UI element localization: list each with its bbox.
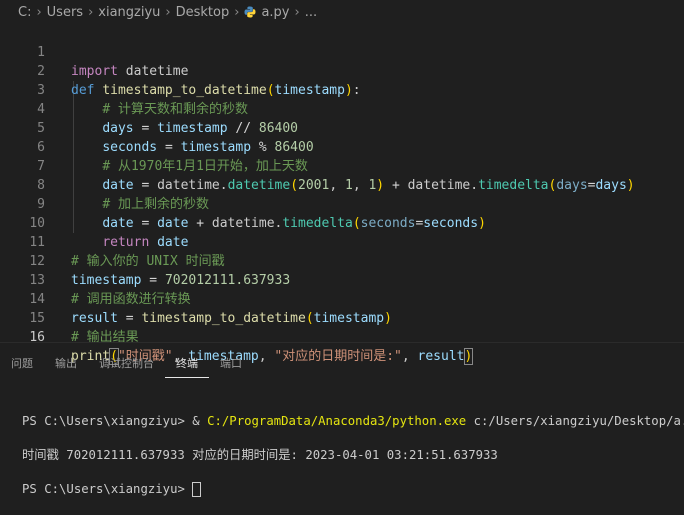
terminal-line: PS C:\Users\xiangziyu> & C:/ProgramData/… — [22, 413, 684, 430]
terminal-argument: c:/Users/xiangziyu/Desktop/a.py — [466, 414, 684, 428]
chevron-right-icon: › — [36, 4, 42, 20]
python-file-icon — [244, 6, 256, 18]
terminal-line: 时间戳 702012111.637933 对应的日期时间是: 2023-04-0… — [22, 448, 498, 462]
breadcrumb-users[interactable]: Users — [47, 5, 83, 20]
code-line[interactable]: 7 date = datetime.datetime(2001, 1, 1) +… — [0, 138, 684, 193]
code-line[interactable]: 2 def timestamp_to_datetime(timestamp): — [0, 43, 684, 98]
breadcrumb: C: › Users › xiangziyu › Desktop › a.py … — [0, 0, 684, 24]
breadcrumb-drive[interactable]: C: — [18, 5, 31, 20]
tab-ports[interactable]: 端口 — [209, 352, 253, 378]
code-line[interactable]: 12 timestamp = 702012111.637933 — [0, 233, 684, 288]
panel-tabs: 问题 输出 调试控制台 终端 端口 — [0, 352, 253, 378]
code-line[interactable]: 14 result = timestamp_to_datetime(timest… — [0, 271, 684, 326]
breadcrumb-desktop[interactable]: Desktop — [176, 5, 230, 20]
breadcrumb-file-label: a.py — [261, 4, 290, 20]
tab-terminal[interactable]: 终端 — [165, 352, 209, 378]
chevron-right-icon: › — [165, 4, 171, 20]
terminal-prompt: PS C:\Users\xiangziyu> & — [22, 414, 208, 428]
code-line[interactable]: 10 return date — [0, 195, 684, 250]
breadcrumb-more[interactable]: ... — [305, 5, 317, 20]
code-line[interactable]: 3 # 计算天数和剩余的秒数 — [0, 62, 684, 117]
code-line[interactable]: 5 seconds = timestamp % 86400 — [0, 100, 684, 155]
token-variable: result — [417, 349, 465, 364]
code-line[interactable]: 1 import datetime — [0, 24, 684, 79]
code-editor[interactable]: 1 import datetime 2 def timestamp_to_dat… — [0, 24, 684, 365]
line-number: 16 — [29, 330, 45, 345]
tab-debug-console[interactable]: 调试控制台 — [88, 352, 165, 378]
terminal-output[interactable]: PS C:\Users\xiangziyu> & C:/ProgramData/… — [22, 396, 684, 515]
breadcrumb-file[interactable]: a.py — [244, 4, 290, 20]
token-string: "对应的日期时间是:" — [274, 349, 402, 364]
breadcrumb-user[interactable]: xiangziyu — [98, 5, 160, 20]
code-line[interactable]: 8 # 加上剩余的秒数 — [0, 157, 684, 212]
terminal-line: PS C:\Users\xiangziyu> — [22, 481, 684, 498]
terminal-cursor[interactable] — [192, 482, 202, 497]
code-line[interactable]: 11 # 输入你的 UNIX 时间戳 — [0, 214, 684, 269]
tab-problems[interactable]: 问题 — [0, 352, 44, 378]
code-line[interactable]: 4 days = timestamp // 86400 — [0, 81, 684, 136]
terminal-command: C:/ProgramData/Anaconda3/python.exe — [207, 414, 467, 428]
tab-output[interactable]: 输出 — [44, 352, 88, 378]
code-line-active[interactable]: 16 print("时间戳", timestamp, "对应的日期时间是:", … — [0, 309, 684, 365]
code-line[interactable]: 13 # 调用函数进行转换 — [0, 252, 684, 307]
code-line[interactable]: 15 # 输出结果 — [0, 290, 684, 345]
panel-divider — [0, 342, 684, 343]
terminal-prompt: PS C:\Users\xiangziyu> — [22, 482, 193, 496]
code-line[interactable]: 6 # 从1970年1月1日开始，加上天数 — [0, 119, 684, 174]
code-line[interactable]: 9 date = date + datetime.timedelta(secon… — [0, 176, 684, 231]
chevron-right-icon: › — [294, 4, 300, 20]
chevron-right-icon: › — [234, 4, 240, 20]
chevron-right-icon: › — [88, 4, 94, 20]
